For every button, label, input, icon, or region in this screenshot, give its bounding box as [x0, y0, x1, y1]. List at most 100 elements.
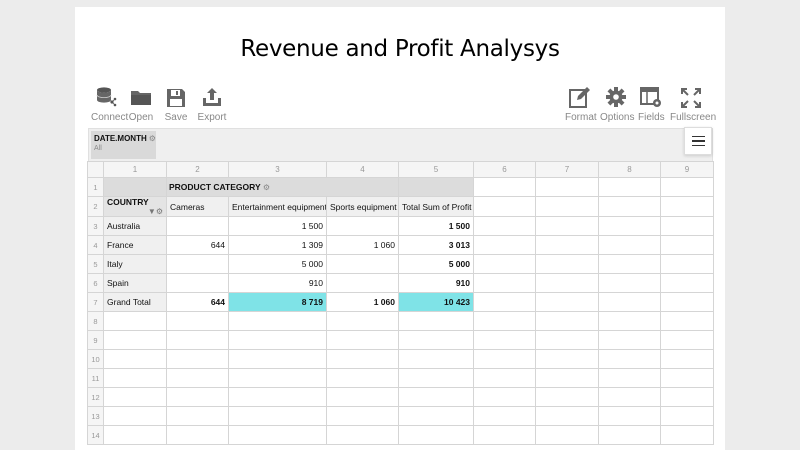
empty-cell[interactable]: [598, 330, 661, 350]
export-button[interactable]: Export: [197, 84, 227, 123]
row-field-header[interactable]: COUNTRY ▼⚙: [103, 196, 167, 217]
data-cell[interactable]: 1 060: [326, 235, 399, 255]
data-cell[interactable]: [166, 216, 229, 236]
empty-cell[interactable]: [535, 425, 599, 445]
empty-cell[interactable]: [166, 387, 229, 407]
format-button[interactable]: Format: [565, 84, 597, 123]
fullscreen-button[interactable]: Fullscreen: [670, 84, 716, 123]
empty-cell[interactable]: [398, 406, 474, 426]
empty-cell[interactable]: [228, 425, 327, 445]
row-label[interactable]: France: [103, 235, 167, 255]
empty-cell[interactable]: [326, 406, 399, 426]
grand-total-label[interactable]: Grand Total: [103, 292, 167, 312]
empty-cell[interactable]: [598, 368, 661, 388]
empty-cell[interactable]: [166, 330, 229, 350]
save-button[interactable]: Save: [164, 84, 188, 123]
empty-cell[interactable]: [398, 349, 474, 369]
empty-cell[interactable]: [166, 425, 229, 445]
empty-cell[interactable]: [326, 425, 399, 445]
empty-cell[interactable]: [473, 311, 536, 331]
empty-cell[interactable]: [228, 406, 327, 426]
empty-cell[interactable]: [326, 387, 399, 407]
gear-icon[interactable]: ⚙: [263, 183, 270, 192]
column-header[interactable]: Cameras: [166, 196, 229, 217]
column-field-header[interactable]: PRODUCT CATEGORY ⚙: [166, 177, 399, 197]
empty-cell[interactable]: [398, 425, 474, 445]
empty-cell[interactable]: [598, 387, 661, 407]
empty-cell[interactable]: [166, 311, 229, 331]
empty-cell[interactable]: [166, 406, 229, 426]
column-header[interactable]: Entertainment equipment: [228, 196, 327, 217]
empty-cell[interactable]: [326, 349, 399, 369]
empty-cell[interactable]: [228, 368, 327, 388]
empty-cell[interactable]: [598, 311, 661, 331]
empty-cell[interactable]: [166, 349, 229, 369]
empty-cell[interactable]: [660, 425, 714, 445]
empty-cell[interactable]: [103, 349, 167, 369]
empty-cell[interactable]: [473, 425, 536, 445]
empty-cell[interactable]: [228, 387, 327, 407]
data-cell[interactable]: [326, 254, 399, 274]
open-button[interactable]: Open: [128, 84, 154, 123]
filter-gear-icon[interactable]: ▼⚙: [148, 207, 163, 216]
empty-cell[interactable]: [326, 330, 399, 350]
data-cell[interactable]: [166, 273, 229, 293]
grand-total-cell[interactable]: 644: [166, 292, 229, 312]
empty-cell[interactable]: [660, 311, 714, 331]
row-label[interactable]: Spain: [103, 273, 167, 293]
empty-cell[interactable]: [103, 425, 167, 445]
data-cell[interactable]: 5 000: [228, 254, 327, 274]
empty-cell[interactable]: [103, 406, 167, 426]
grand-total-cell[interactable]: 1 060: [326, 292, 399, 312]
empty-cell[interactable]: [598, 425, 661, 445]
empty-cell[interactable]: [326, 368, 399, 388]
data-cell[interactable]: 644: [166, 235, 229, 255]
empty-cell[interactable]: [166, 368, 229, 388]
data-cell[interactable]: [326, 273, 399, 293]
grand-total-sum-highlighted[interactable]: 10 423: [398, 292, 474, 312]
data-cell[interactable]: 1 309: [228, 235, 327, 255]
options-button[interactable]: Options: [600, 84, 634, 123]
empty-cell[interactable]: [103, 311, 167, 331]
total-cell[interactable]: 5 000: [398, 254, 474, 274]
empty-cell[interactable]: [660, 406, 714, 426]
empty-cell[interactable]: [535, 387, 599, 407]
empty-cell[interactable]: [103, 387, 167, 407]
total-cell[interactable]: 910: [398, 273, 474, 293]
total-cell[interactable]: 1 500: [398, 216, 474, 236]
empty-cell[interactable]: [103, 368, 167, 388]
empty-cell[interactable]: [660, 368, 714, 388]
empty-cell[interactable]: [598, 406, 661, 426]
empty-cell[interactable]: [326, 311, 399, 331]
empty-cell[interactable]: [398, 387, 474, 407]
empty-cell[interactable]: [473, 368, 536, 388]
data-cell[interactable]: [326, 216, 399, 236]
empty-cell[interactable]: [660, 387, 714, 407]
data-cell[interactable]: 1 500: [228, 216, 327, 236]
empty-cell[interactable]: [660, 330, 714, 350]
empty-cell[interactable]: [660, 349, 714, 369]
empty-cell[interactable]: [103, 330, 167, 350]
empty-cell[interactable]: [473, 349, 536, 369]
empty-cell[interactable]: [228, 349, 327, 369]
column-header[interactable]: Sports equipment: [326, 196, 399, 217]
empty-cell[interactable]: [598, 349, 661, 369]
fields-button[interactable]: Fields: [638, 84, 665, 123]
empty-cell[interactable]: [473, 406, 536, 426]
empty-cell[interactable]: [398, 311, 474, 331]
grand-total-cell-highlighted[interactable]: 8 719: [228, 292, 327, 312]
total-cell[interactable]: 3 013: [398, 235, 474, 255]
connect-button[interactable]: Connect: [91, 84, 128, 123]
row-label[interactable]: Italy: [103, 254, 167, 274]
empty-cell[interactable]: [473, 387, 536, 407]
empty-cell[interactable]: [535, 406, 599, 426]
empty-cell[interactable]: [535, 368, 599, 388]
data-cell[interactable]: 910: [228, 273, 327, 293]
empty-cell[interactable]: [228, 311, 327, 331]
empty-cell[interactable]: [398, 368, 474, 388]
empty-cell[interactable]: [535, 330, 599, 350]
row-label[interactable]: Australia: [103, 216, 167, 236]
empty-cell[interactable]: [473, 330, 536, 350]
empty-cell[interactable]: [228, 330, 327, 350]
data-cell[interactable]: [166, 254, 229, 274]
